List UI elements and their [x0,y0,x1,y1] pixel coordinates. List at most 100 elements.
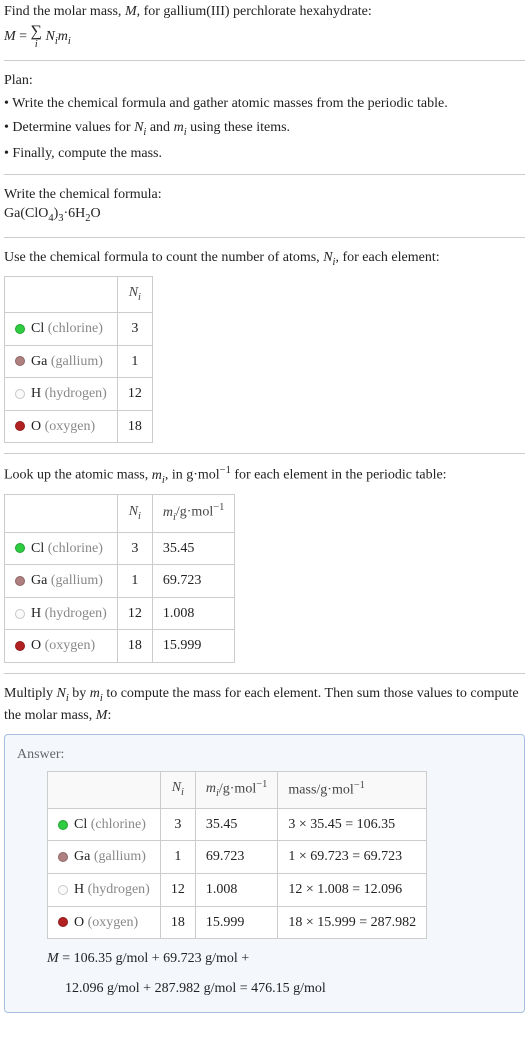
mass-intro-c: for each element in the periodic table: [231,468,447,483]
count-intro-b: , for each element: [335,250,439,265]
table-row: Cl (chlorine) 3 35.45 [5,532,235,565]
cell-mi: 1.008 [195,873,278,906]
el-sym: Ga [74,849,90,864]
table-row: H (hydrogen) 12 1.008 [5,597,235,630]
table-row: Cl (chlorine) 3 [5,312,153,345]
table-row: H (hydrogen) 12 [5,378,153,411]
table-header-Ni: Ni [117,495,152,532]
divider [4,60,525,61]
el-sym: O [31,638,41,653]
ans-part1: 106.35 g/mol + 69.723 g/mol + [74,951,250,966]
plan-b2-and: and [146,120,173,135]
element-dot-icon [15,576,25,586]
element-dot-icon [58,917,68,927]
divider [4,673,525,674]
mass-intro: Look up the atomic mass, mi, in g·mol−1 … [4,464,525,488]
ans-M: M [47,951,59,966]
mass-intro-b: , in g·mol [165,468,220,483]
el-name: (oxygen) [88,915,139,930]
table-row: Ga (gallium) 1 69.723 1 × 69.723 = 69.72… [48,841,427,874]
el-name: (gallium) [51,354,103,369]
table-row: Ga (gallium) 1 [5,345,153,378]
prompt-M: M [125,4,137,19]
cell-Ni: 1 [117,345,152,378]
cell-mi: 69.723 [152,565,235,598]
plan-mi: mi [174,120,187,135]
el-name: (hydrogen) [45,386,107,401]
table-header-mi: mi/g·mol−1 [152,495,235,532]
cell-mi: 1.008 [152,597,235,630]
table-header-mi: mi/g·mol−1 [195,771,278,808]
el-name: (chlorine) [91,817,146,832]
table-header-blank [5,495,118,532]
cell-mi: 69.723 [195,841,278,874]
count-table: Ni Cl (chlorine) 3 Ga (gallium) 1 H (hyd… [4,276,153,443]
mult-M: M [96,708,108,723]
ans-part2: 12.096 g/mol + 287.982 g/mol = 476.15 g/… [65,981,326,996]
sum-index: i [31,40,42,50]
count-intro-a: Use the chemical formula to count the nu… [4,250,323,265]
chemical-formula: Ga(ClO4)3·6H2O [4,204,525,226]
eq-rhs: Nimi [45,29,70,44]
cell-Ni: 1 [160,841,195,874]
element-dot-icon [15,609,25,619]
eq-M: M [4,29,16,44]
divider [4,453,525,454]
el-sym: Cl [31,321,44,336]
el-sym: Cl [74,817,87,832]
table-header-blank [48,771,161,808]
el-sym: H [31,606,41,621]
prompt-equation: M = ∑ i Nimi [4,24,525,50]
cell-Ni: 1 [117,565,152,598]
cell-mass: 18 × 15.999 = 287.982 [278,906,427,939]
cell-mi: 35.45 [195,808,278,841]
cell-Ni: 18 [117,630,152,663]
formula-title: Write the chemical formula: [4,185,525,205]
cell-mi: 35.45 [152,532,235,565]
answer-box: Answer: Ni mi/g·mol−1 mass/g·mol−1 Cl (c… [4,734,525,1013]
multiply-text: Multiply Ni by mi to compute the mass fo… [4,684,525,726]
element-dot-icon [15,421,25,431]
el-sym: H [74,882,84,897]
count-intro: Use the chemical formula to count the nu… [4,248,525,270]
plan-Ni: Ni [134,120,146,135]
cell-mass: 12 × 1.008 = 12.096 [278,873,427,906]
mult-mi: mi [90,686,103,701]
plan-b2-b: using these items. [187,120,290,135]
answer-label: Answer: [17,745,512,765]
prompt: Find the molar mass, M, for gallium(III)… [4,2,525,22]
answer-table: Ni mi/g·mol−1 mass/g·mol−1 Cl (chlorine)… [47,771,427,940]
mult-a: Multiply [4,686,57,701]
cell-Ni: 3 [117,312,152,345]
el-name: (oxygen) [45,419,96,434]
table-row: O (oxygen) 18 15.999 [5,630,235,663]
plan-b2-a: • Determine values for [4,120,134,135]
el-name: (chlorine) [48,541,103,556]
mult-d: : [107,708,111,723]
mass-table: Ni mi/g·mol−1 Cl (chlorine) 3 35.45 Ga (… [4,494,235,663]
element-dot-icon [58,885,68,895]
el-name: (oxygen) [45,638,96,653]
divider [4,237,525,238]
prompt-text2: , for gallium(III) perchlorate hexahydra… [137,4,372,19]
cell-Ni: 12 [117,378,152,411]
el-sym: Ga [31,573,47,588]
cell-mi: 15.999 [152,630,235,663]
el-sym: O [31,419,41,434]
plan-bullet-3: • Finally, compute the mass. [4,144,525,164]
answer-equation: M = 106.35 g/mol + 69.723 g/mol + [47,949,512,969]
el-sym: Cl [31,541,44,556]
plan-bullet-1: • Write the chemical formula and gather … [4,94,525,114]
plan-title: Plan: [4,71,525,91]
eq-eq: = [16,29,31,44]
cell-mi: 15.999 [195,906,278,939]
count-Ni: Ni [323,250,335,265]
mult-b: by [69,686,90,701]
element-dot-icon [58,852,68,862]
el-name: (hydrogen) [45,606,107,621]
table-row: O (oxygen) 18 15.999 18 × 15.999 = 287.9… [48,906,427,939]
ans-eq: = [59,951,74,966]
cell-Ni: 12 [160,873,195,906]
element-dot-icon [58,820,68,830]
mass-neg1: −1 [220,465,231,476]
